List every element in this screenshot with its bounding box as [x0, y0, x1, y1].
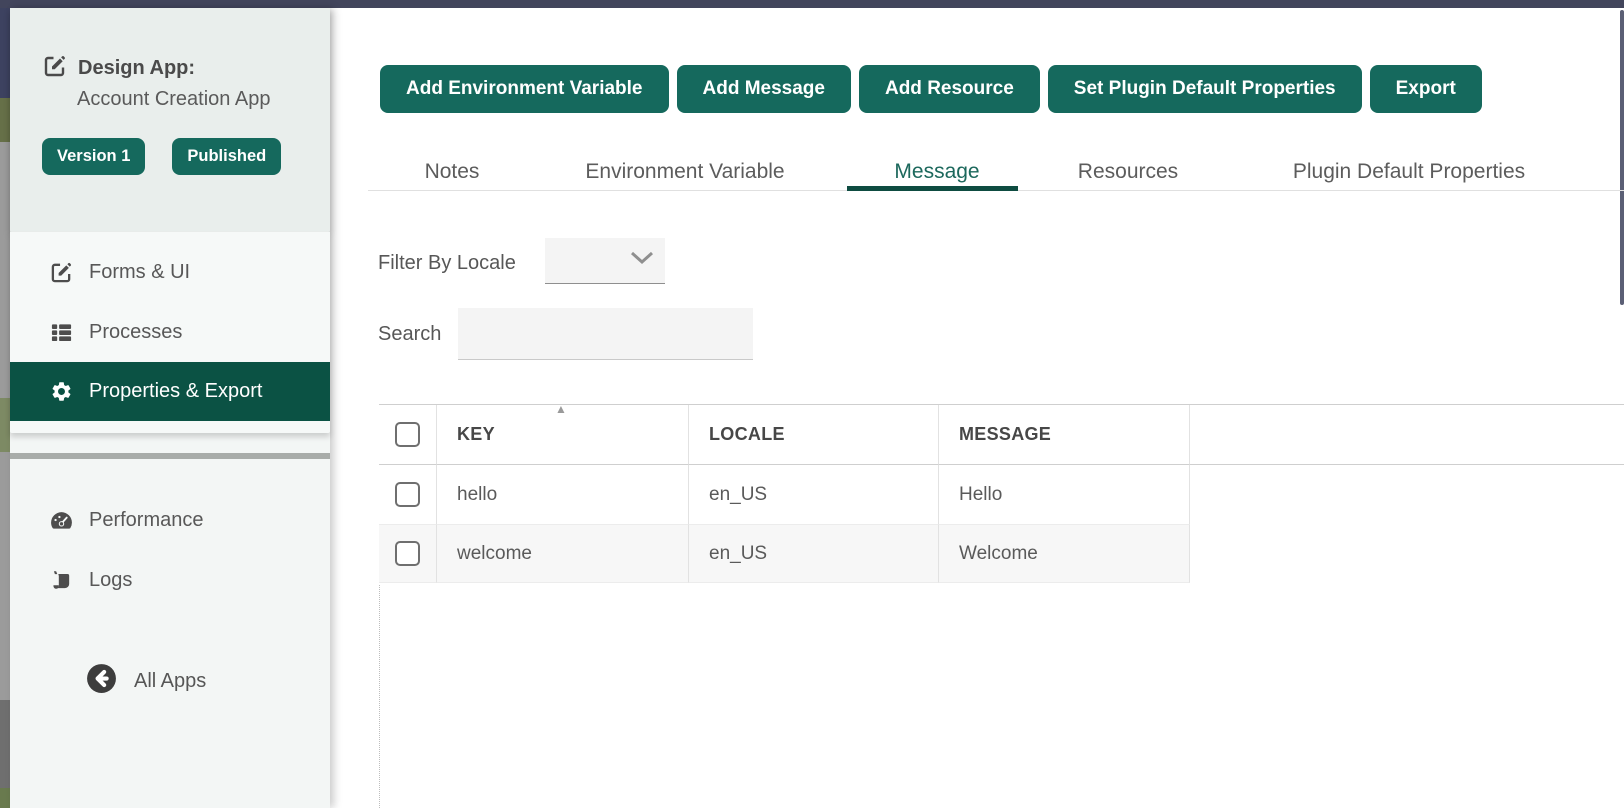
sidebar-item-forms-ui[interactable]: Forms & UI — [10, 243, 330, 302]
sort-ascending-icon: ▲ — [555, 403, 567, 415]
messages-table: ▲ KEY LOCALE MESSAGE hello en_US Hello w… — [379, 404, 1624, 583]
tab-plugin-default-properties[interactable]: Plugin Default Properties — [1293, 160, 1525, 184]
filter-by-locale-label: Filter By Locale — [378, 252, 516, 275]
cell-key: welcome — [437, 525, 689, 583]
table-row[interactable]: welcome en_US Welcome — [379, 525, 1624, 583]
sidebar-item-properties-export[interactable]: Properties & Export — [10, 362, 330, 421]
all-apps-button[interactable]: All Apps — [85, 662, 206, 701]
cell-key: hello — [437, 465, 689, 525]
chevron-down-icon — [629, 250, 655, 271]
all-apps-label: All Apps — [134, 670, 206, 693]
column-header-locale[interactable]: LOCALE — [689, 405, 939, 465]
column-header-message[interactable]: MESSAGE — [939, 405, 1190, 465]
row-checkbox-cell — [379, 525, 437, 583]
gear-icon — [48, 380, 75, 403]
add-resource-button[interactable]: Add Resource — [859, 65, 1040, 113]
table-left-guide-line — [379, 585, 380, 808]
search-label: Search — [378, 323, 441, 346]
app-info-card: Design App: Account Creation App Version… — [10, 8, 330, 232]
tab-resources[interactable]: Resources — [1078, 160, 1178, 184]
cell-locale: en_US — [689, 525, 939, 583]
column-header-empty — [1190, 405, 1624, 465]
table-header-row: ▲ KEY LOCALE MESSAGE — [379, 405, 1624, 465]
column-header-key[interactable]: ▲ KEY — [437, 405, 689, 465]
sidebar-divider — [10, 453, 330, 459]
cell-empty — [1190, 465, 1624, 525]
app-name: Account Creation App — [77, 88, 270, 111]
list-icon — [48, 321, 75, 344]
sidebar-item-label: Properties & Export — [89, 380, 262, 403]
add-message-button[interactable]: Add Message — [677, 65, 851, 113]
cell-empty — [1190, 525, 1624, 583]
edit-icon — [43, 54, 67, 83]
set-plugin-default-properties-button[interactable]: Set Plugin Default Properties — [1048, 65, 1362, 113]
left-edge-strip — [0, 8, 10, 808]
select-all-checkbox[interactable] — [395, 422, 420, 447]
add-environment-variable-button[interactable]: Add Environment Variable — [380, 65, 669, 113]
sidebar-item-processes[interactable]: Processes — [10, 303, 330, 362]
cell-locale: en_US — [689, 465, 939, 525]
sidebar-item-label: Processes — [89, 321, 182, 344]
table-row[interactable]: hello en_US Hello — [379, 465, 1624, 525]
window-top-border — [0, 0, 1624, 8]
performance-gauge-icon — [48, 510, 75, 531]
design-app-label: Design App: — [78, 57, 195, 80]
toolbar: Add Environment Variable Add Message Add… — [380, 65, 1482, 113]
sidebar-item-label: Logs — [89, 569, 132, 592]
header-checkbox-cell — [379, 405, 437, 465]
locale-select[interactable] — [545, 238, 665, 284]
sidebar-item-logs[interactable]: Logs — [10, 551, 330, 610]
cell-message: Welcome — [939, 525, 1190, 583]
row-checkbox[interactable] — [395, 482, 420, 507]
logs-scroll-icon — [48, 569, 75, 592]
sidebar-item-label: Forms & UI — [89, 261, 190, 284]
export-button[interactable]: Export — [1370, 65, 1482, 113]
search-input[interactable] — [458, 308, 753, 360]
tab-message[interactable]: Message — [894, 160, 979, 184]
edit-icon — [48, 261, 75, 284]
published-badge: Published — [172, 138, 281, 175]
tab-environment-variable[interactable]: Environment Variable — [585, 160, 784, 184]
version-badge: Version 1 — [42, 138, 145, 175]
row-checkbox[interactable] — [395, 541, 420, 566]
sidebar: Design App: Account Creation App Version… — [10, 8, 330, 808]
scrollbar-thumb[interactable] — [1620, 10, 1624, 305]
app-window: Design App: Account Creation App Version… — [0, 0, 1624, 808]
active-tab-underline — [847, 186, 1018, 191]
tab-notes[interactable]: Notes — [425, 160, 480, 184]
row-checkbox-cell — [379, 465, 437, 525]
sidebar-item-label: Performance — [89, 509, 204, 532]
sidebar-item-performance[interactable]: Performance — [10, 491, 330, 550]
arrow-circle-left-icon — [85, 662, 118, 701]
cell-message: Hello — [939, 465, 1190, 525]
